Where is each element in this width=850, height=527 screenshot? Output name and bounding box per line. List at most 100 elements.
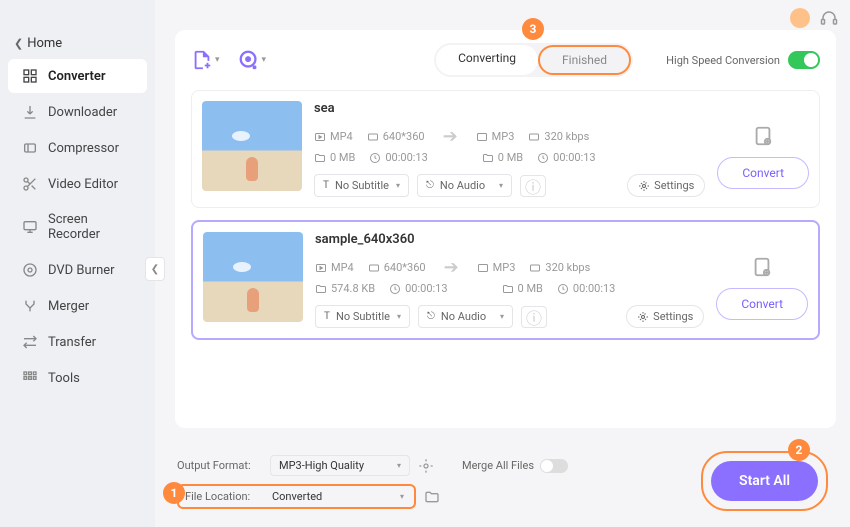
sidebar-item-dvd-burner[interactable]: DVD Burner: [8, 253, 147, 287]
grid-icon: [22, 68, 38, 84]
file-controls: TNo Subtitle▾ ⎋No Audio▾ ⓘ Settings: [315, 305, 704, 328]
merge-toggle[interactable]: [540, 459, 568, 473]
sidebar: ❮ Home Converter Downloader Compressor V…: [0, 0, 155, 527]
sidebar-item-video-editor[interactable]: Video Editor: [8, 167, 147, 201]
home-label: Home: [27, 36, 62, 51]
support-icon[interactable]: [820, 9, 838, 27]
output-format-select[interactable]: MP3-High Quality▾: [270, 455, 410, 476]
sidebar-item-label: Tools: [48, 371, 80, 386]
audio-select[interactable]: ⎋No Audio▾: [417, 174, 512, 197]
info-button[interactable]: ⓘ: [520, 175, 546, 197]
resolution-icon: [367, 131, 379, 143]
sidebar-item-tools[interactable]: Tools: [8, 361, 147, 395]
compress-icon: [22, 140, 38, 156]
audio-icon: [476, 131, 488, 143]
file-title: sea: [314, 101, 705, 116]
sidebar-item-compressor[interactable]: Compressor: [8, 131, 147, 165]
sidebar-item-screen-recorder[interactable]: Screen Recorder: [8, 203, 147, 251]
chevron-left-icon: ❮: [14, 37, 23, 50]
high-speed-label: High Speed Conversion: [666, 54, 780, 67]
output-format-icon[interactable]: [751, 256, 773, 278]
add-file-button[interactable]: ▾: [191, 49, 220, 71]
toolbar: ▾ ▾ Converting Finished High Speed Conve…: [191, 42, 820, 78]
video-icon: [315, 262, 327, 274]
gear-icon: [637, 311, 649, 323]
video-thumbnail[interactable]: [203, 232, 303, 322]
sidebar-item-downloader[interactable]: Downloader: [8, 95, 147, 129]
audio-select[interactable]: ⎋No Audio▾: [418, 305, 513, 328]
file-location-label: File Location:: [185, 490, 260, 503]
sidebar-item-label: Screen Recorder: [48, 212, 133, 242]
sidebar-item-label: Downloader: [48, 105, 117, 120]
tools-icon: [22, 370, 38, 386]
file-controls: TNo Subtitle▾ ⎋No Audio▾ ⓘ Settings: [314, 174, 705, 197]
file-specs: MP4 640*360 ➔ MP3 320 kbps: [315, 257, 704, 278]
file-specs: MP4 640*360 ➔ MP3 320 kbps: [314, 126, 705, 147]
sidebar-item-converter[interactable]: Converter: [8, 59, 147, 93]
sidebar-item-transfer[interactable]: Transfer: [8, 325, 147, 359]
tab-finished[interactable]: Finished: [538, 45, 631, 75]
sidebar-item-merger[interactable]: Merger: [8, 289, 147, 323]
merge-label: Merge All Files: [462, 459, 534, 472]
chevron-down-icon: ▾: [215, 55, 220, 65]
high-speed-toggle-group: High Speed Conversion: [666, 51, 820, 69]
tab-group: Converting Finished: [434, 43, 633, 77]
callout-2: 2: [788, 439, 810, 461]
scissors-icon: [22, 176, 38, 192]
video-icon: [314, 131, 326, 143]
file-specs-row2: 574.8 KB 00:00:13 0 MB 00:00:13: [315, 282, 704, 295]
file-specs-row2: 0 MB 00:00:13 0 MB 00:00:13: [314, 151, 705, 164]
start-all-button[interactable]: Start All: [711, 461, 818, 501]
file-body: sea MP4 640*360 ➔ MP3 320 kbps 0 MB 00:0…: [314, 101, 705, 197]
info-button[interactable]: ⓘ: [521, 306, 547, 328]
callout-1: 1: [163, 482, 185, 504]
transfer-icon: [22, 334, 38, 350]
file-card[interactable]: sample_640x360 MP4 640*360 ➔ MP3 320 kbp…: [191, 220, 820, 340]
file-actions: Convert: [717, 101, 809, 197]
folder-icon: [314, 152, 326, 164]
sidebar-collapse-button[interactable]: ❮: [145, 257, 165, 281]
arrow-right-icon: ➔: [440, 257, 463, 278]
sidebar-item-label: DVD Burner: [48, 263, 115, 278]
subtitle-select[interactable]: TNo Subtitle▾: [315, 305, 410, 328]
sidebar-item-label: Compressor: [48, 141, 119, 156]
avatar-icon[interactable]: [790, 8, 810, 28]
merge-toggle-group: Merge All Files: [462, 459, 568, 473]
convert-button[interactable]: Convert: [717, 157, 809, 189]
folder-icon: [482, 152, 494, 164]
arrow-right-icon: ➔: [439, 126, 462, 147]
folder-icon: [502, 283, 514, 295]
add-disc-button[interactable]: ▾: [238, 49, 267, 71]
sidebar-item-label: Video Editor: [48, 177, 118, 192]
settings-button[interactable]: Settings: [626, 305, 704, 328]
clock-icon: [389, 283, 401, 295]
file-body: sample_640x360 MP4 640*360 ➔ MP3 320 kbp…: [315, 232, 704, 328]
home-link[interactable]: ❮ Home: [0, 30, 155, 57]
file-actions: Convert: [716, 232, 808, 328]
chevron-down-icon: ▾: [262, 55, 267, 65]
disc-icon: [22, 262, 38, 278]
folder-icon: [315, 283, 327, 295]
subtitle-select[interactable]: TNo Subtitle▾: [314, 174, 409, 197]
gear-icon: [638, 180, 650, 192]
file-card[interactable]: sea MP4 640*360 ➔ MP3 320 kbps 0 MB 00:0…: [191, 90, 820, 208]
sidebar-item-label: Converter: [48, 69, 106, 84]
callout-3: 3: [522, 18, 544, 40]
folder-open-icon[interactable]: [424, 489, 440, 505]
bitrate-icon: [529, 262, 541, 274]
convert-button[interactable]: Convert: [716, 288, 808, 320]
file-location-highlight: File Location: Converted▾: [177, 484, 416, 509]
tab-converting[interactable]: Converting: [436, 45, 538, 75]
sidebar-item-label: Merger: [48, 299, 89, 314]
video-thumbnail[interactable]: [202, 101, 302, 191]
resolution-icon: [368, 262, 380, 274]
disc-add-icon: [238, 49, 260, 71]
settings-button[interactable]: Settings: [627, 174, 705, 197]
clock-icon: [537, 152, 549, 164]
download-icon: [22, 104, 38, 120]
high-speed-toggle[interactable]: [788, 51, 820, 69]
file-location-select[interactable]: Converted▾: [268, 488, 408, 505]
output-format-icon[interactable]: [752, 125, 774, 147]
start-all-highlight: 2 Start All: [701, 451, 828, 511]
gear-icon[interactable]: [418, 458, 434, 474]
